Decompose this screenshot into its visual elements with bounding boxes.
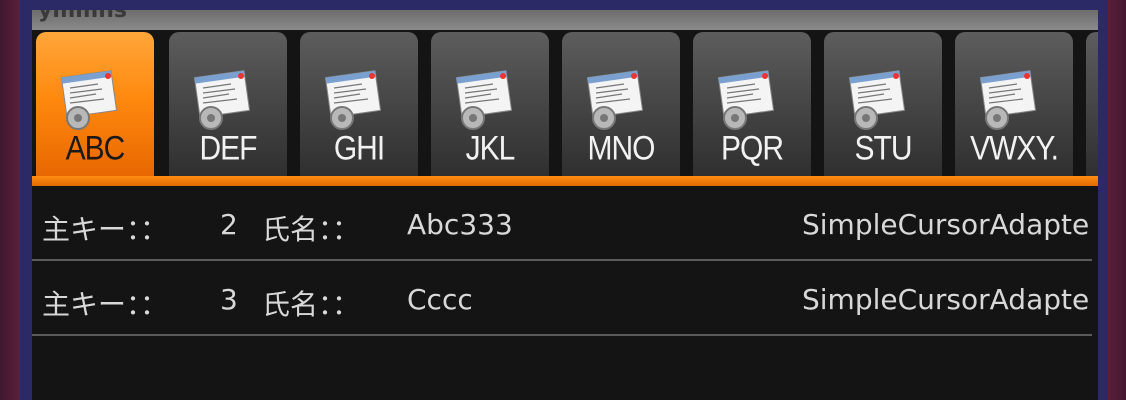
key-value: 2: [220, 208, 238, 241]
tab-label: ABC: [65, 129, 126, 168]
row-divider: [32, 334, 1092, 336]
document-gear-icon: [60, 70, 118, 130]
tab-label: DEF: [199, 129, 258, 168]
title-bar: ymmns: [32, 10, 1098, 30]
document-gear-icon: [455, 70, 513, 130]
list-item[interactable]: 主キー：： 3 氏名：： Cccc SimpleCursorAdapte: [32, 261, 1092, 333]
key-label: 主キー：：: [42, 288, 169, 321]
record-list: 主キー：： 2 氏名：： Abc333 SimpleCursorAdapte 主…: [32, 186, 1098, 400]
tab-abc[interactable]: ABC: [36, 32, 154, 176]
document-gear-icon: [979, 70, 1037, 130]
tab-label: JKL: [465, 129, 516, 168]
list-item[interactable]: 主キー：： 2 氏名：： Abc333 SimpleCursorAdapte: [32, 186, 1092, 258]
tab-label: MNO: [587, 129, 656, 168]
tab-stu[interactable]: STU: [824, 32, 942, 176]
title-text: ymmns: [38, 10, 127, 23]
key-value: 3: [220, 283, 238, 316]
document-gear-icon: [193, 70, 251, 130]
screen: ymmns ABC DEF GHI JKL MNO PQR STU VWXY. …: [0, 0, 1126, 400]
tab-partial[interactable]: [1086, 32, 1098, 176]
tab-jkl[interactable]: JKL: [431, 32, 549, 176]
name-label: 氏名：：: [262, 288, 361, 321]
app-window: ymmns ABC DEF GHI JKL MNO PQR STU VWXY. …: [32, 10, 1098, 400]
tab-vwxy[interactable]: VWXY.: [955, 32, 1073, 176]
tab-label: VWXY.: [970, 129, 1059, 168]
tab-bar: ABC DEF GHI JKL MNO PQR STU VWXY.: [32, 30, 1098, 186]
tab-def[interactable]: DEF: [169, 32, 287, 176]
left-gap: [20, 0, 32, 400]
document-gear-icon: [586, 70, 644, 130]
left-frame: [0, 0, 20, 400]
right-gap: [1098, 0, 1108, 400]
document-gear-icon: [324, 70, 382, 130]
tab-indicator-bar: [32, 176, 1098, 186]
document-gear-icon: [717, 70, 775, 130]
adapter-text: SimpleCursorAdapte: [802, 283, 1090, 316]
tab-label: PQR: [720, 129, 784, 168]
tab-pqr[interactable]: PQR: [693, 32, 811, 176]
name-label: 氏名：：: [262, 213, 361, 246]
tab-label: STU: [854, 129, 913, 168]
tab-ghi[interactable]: GHI: [300, 32, 418, 176]
tab-label: GHI: [333, 129, 385, 168]
name-value: Abc333: [407, 208, 513, 241]
name-value: Cccc: [407, 283, 473, 316]
key-label: 主キー：：: [42, 213, 169, 246]
document-gear-icon: [848, 70, 906, 130]
tab-mno[interactable]: MNO: [562, 32, 680, 176]
right-frame: [1108, 0, 1126, 400]
adapter-text: SimpleCursorAdapte: [802, 208, 1090, 241]
